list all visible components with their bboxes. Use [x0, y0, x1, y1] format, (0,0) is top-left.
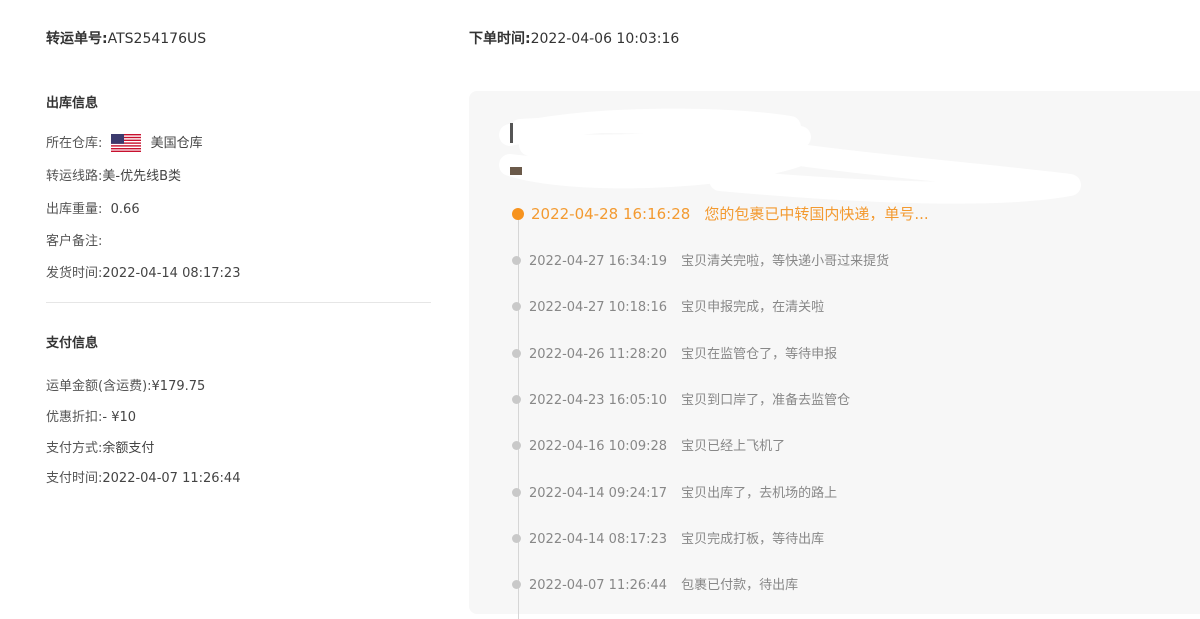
order-time-label: 下单时间:	[469, 31, 531, 47]
ship-time-row: 发货时间:2022-04-14 08:17:23	[46, 262, 240, 281]
event-desc: 宝贝完成打板，等待出库	[681, 532, 825, 547]
timeline-dot	[512, 302, 521, 311]
timeline-line	[518, 212, 519, 619]
payment-time-value: 2022-04-07 11:26:44	[102, 471, 241, 486]
timeline-dot	[512, 580, 521, 589]
event-desc: 宝贝到口岸了，准备去监管仓	[681, 393, 851, 408]
event-time: 2022-04-07 11:26:44	[529, 578, 668, 593]
order-time-row: 下单时间:2022-04-06 10:03:16	[469, 28, 679, 48]
order-number-row: 转运单号:ATS254176US	[46, 28, 206, 48]
timeline-dot	[512, 395, 521, 404]
amount-label: 运单金额(含运费):	[46, 379, 152, 394]
ship-time-value: 2022-04-14 08:17:23	[102, 266, 241, 281]
event-time: 2022-04-28 16:16:28	[531, 205, 691, 223]
tracking-event: 2022-04-27 16:34:19 宝贝清关完啦，等快递小哥过来提货	[512, 250, 889, 269]
payment-method-label: 支付方式:	[46, 441, 103, 456]
weight-label: 出库重量:	[46, 202, 103, 217]
event-time: 2022-04-27 16:34:19	[529, 254, 668, 269]
tracking-event: 2022-04-23 16:05:10 宝贝到口岸了，准备去监管仓	[512, 389, 850, 408]
timeline-dot-active	[512, 207, 524, 220]
weight-row: 出库重量: 0.66	[46, 198, 140, 217]
event-time: 2022-04-23 16:05:10	[529, 393, 668, 408]
timeline-dot	[512, 256, 521, 265]
tracking-event: 2022-04-16 10:09:28 宝贝已经上飞机了	[512, 435, 785, 454]
route-label: 转运线路:	[46, 169, 103, 184]
event-time: 2022-04-14 08:17:23	[529, 532, 668, 547]
remark-row: 客户备注:	[46, 230, 102, 249]
event-desc: 宝贝清关完啦，等快递小哥过来提货	[681, 254, 890, 269]
payment-section-title: 支付信息	[46, 336, 99, 351]
timeline-dot	[512, 349, 521, 358]
redaction-scribble	[499, 108, 1081, 204]
tracking-event: 2022-04-14 09:24:17 宝贝出库了，去机场的路上	[512, 482, 837, 501]
amount-value: ¥179.75	[151, 379, 206, 394]
event-desc: 您的包裹已中转国内快递，单号...	[704, 205, 929, 223]
warehouse-label: 所在仓库:	[46, 136, 103, 151]
tracking-event: 2022-04-26 11:28:20 宝贝在监管仓了，等待申报	[512, 343, 837, 362]
warehouse-row: 所在仓库: 美国仓库	[46, 132, 203, 153]
event-time: 2022-04-16 10:09:28	[529, 439, 668, 454]
tracking-event-latest: 2022-04-28 16:16:28 您的包裹已中转国内快递，单号...	[512, 203, 929, 224]
tracking-event: 2022-04-07 11:26:44 包裹已付款，待出库	[512, 574, 798, 593]
timeline-dot	[512, 534, 521, 543]
ship-time-label: 发货时间:	[46, 266, 103, 281]
payment-method-row: 支付方式:余额支付	[46, 437, 154, 456]
payment-method-value: 余额支付	[102, 441, 155, 456]
remark-label: 客户备注:	[46, 234, 103, 249]
event-desc: 宝贝在监管仓了，等待申报	[681, 347, 838, 362]
discount-label: 优惠折扣:	[46, 410, 103, 425]
timeline-dot	[512, 488, 521, 497]
discount-value: - ¥10	[102, 410, 137, 425]
order-number-value: ATS254176US	[107, 31, 207, 47]
discount-row: 优惠折扣:- ¥10	[46, 406, 136, 425]
payment-time-label: 支付时间:	[46, 471, 103, 486]
event-desc: 包裹已付款，待出库	[681, 578, 799, 593]
event-desc: 宝贝出库了，去机场的路上	[681, 486, 838, 501]
timeline-dot	[512, 441, 521, 450]
tracking-event: 2022-04-27 10:18:16 宝贝申报完成，在清关啦	[512, 296, 824, 315]
event-time: 2022-04-26 11:28:20	[529, 347, 668, 362]
event-desc: 宝贝已经上飞机了	[681, 439, 786, 454]
order-number-label: 转运单号:	[46, 31, 108, 47]
order-time-value: 2022-04-06 10:03:16	[530, 31, 680, 47]
weight-value: 0.66	[110, 202, 140, 217]
outbound-section-title: 出库信息	[46, 96, 99, 111]
us-flag-icon	[110, 133, 141, 152]
event-time: 2022-04-14 09:24:17	[529, 486, 668, 501]
payment-time-row: 支付时间:2022-04-07 11:26:44	[46, 467, 240, 486]
event-desc: 宝贝申报完成，在清关啦	[681, 300, 825, 315]
warehouse-value: 美国仓库	[150, 136, 203, 151]
tracking-event: 2022-04-14 08:17:23 宝贝完成打板，等待出库	[512, 528, 824, 547]
route-row: 转运线路:美-优先线B类	[46, 165, 181, 184]
event-time: 2022-04-27 10:18:16	[529, 300, 668, 315]
route-value: 美-优先线B类	[102, 169, 182, 184]
section-divider	[46, 302, 431, 303]
amount-row: 运单金额(含运费):¥179.75	[46, 375, 205, 394]
